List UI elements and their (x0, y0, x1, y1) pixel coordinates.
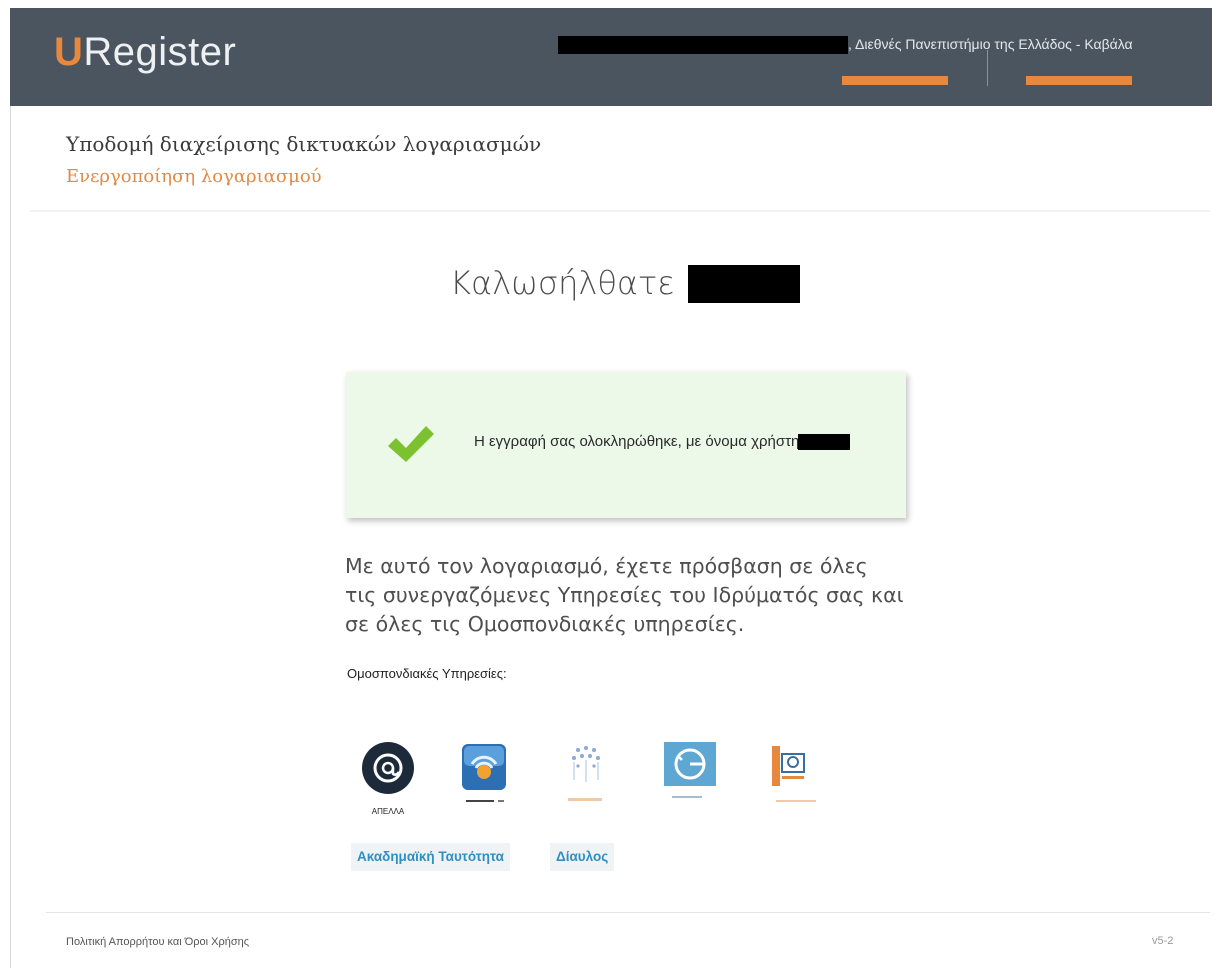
stars-service-link[interactable] (548, 738, 628, 820)
content-border (10, 106, 11, 968)
success-message-box: Η εγγραφή σας ολοκληρώθηκε, με όνομα χρή… (346, 372, 906, 518)
apella-label: ΑΠΕΛΛΑ (372, 807, 405, 816)
document-service-link[interactable] (758, 738, 838, 820)
page-subtitle: Ενεργοποίηση λογαριασμού (66, 166, 322, 187)
wireless-service-link[interactable] (452, 738, 532, 820)
apella-icon: ΑΠΕΛΛΑ (362, 742, 414, 816)
menu-divider (987, 50, 988, 86)
redacted-user-name (558, 36, 848, 54)
sync-circle-icon (664, 742, 716, 798)
access-description: Με αυτό τον λογαριασμό, έχετε πρόσβαση σ… (345, 554, 904, 636)
footer-divider (46, 912, 1210, 913)
checkmark-icon (386, 422, 436, 470)
privacy-policy-link[interactable]: Πολιτική Απορρήτου και Όροι Χρήσης (66, 936, 249, 948)
apella-service-link[interactable]: ΑΠΕΛΛΑ (348, 738, 428, 820)
menu-indicator-left[interactable] (842, 76, 948, 85)
success-message-text: Η εγγραφή σας ολοκληρώθηκε, με όνομα χρή… (474, 433, 804, 450)
diavlos-link[interactable]: Δίαυλος (550, 843, 615, 871)
federated-services-label: Ομοσπονδιακές Υπηρεσίες: (347, 666, 507, 681)
wireless-network-icon (462, 744, 506, 802)
version-label: v5-2 (1152, 935, 1174, 947)
uregister-logo[interactable]: URegister (54, 30, 236, 75)
success-message: Η εγγραφή σας ολοκληρώθηκε, με όνομα χρή… (474, 428, 854, 456)
menu-indicator-right[interactable] (1026, 76, 1132, 85)
page-title: Υποδομή διαχείρισης δικτυακών λογαριασμώ… (66, 132, 542, 156)
welcome-heading: Καλωσήλθατε (450, 264, 675, 302)
stars-network-icon (568, 746, 602, 801)
institution-name: , Διεθνές Πανεπιστήμιο της Ελλάδος - Καβ… (848, 36, 1133, 52)
redacted-welcome-name (688, 265, 800, 303)
top-navigation-bar: URegister , Διεθνές Πανεπιστήμιο της Ελλ… (10, 8, 1212, 106)
header-divider (30, 210, 1210, 212)
sync-service-link[interactable] (656, 738, 736, 820)
document-portal-icon (772, 746, 816, 802)
redacted-username (797, 434, 850, 451)
academic-id-link[interactable]: Ακαδημαϊκή Ταυτότητα (351, 843, 510, 871)
